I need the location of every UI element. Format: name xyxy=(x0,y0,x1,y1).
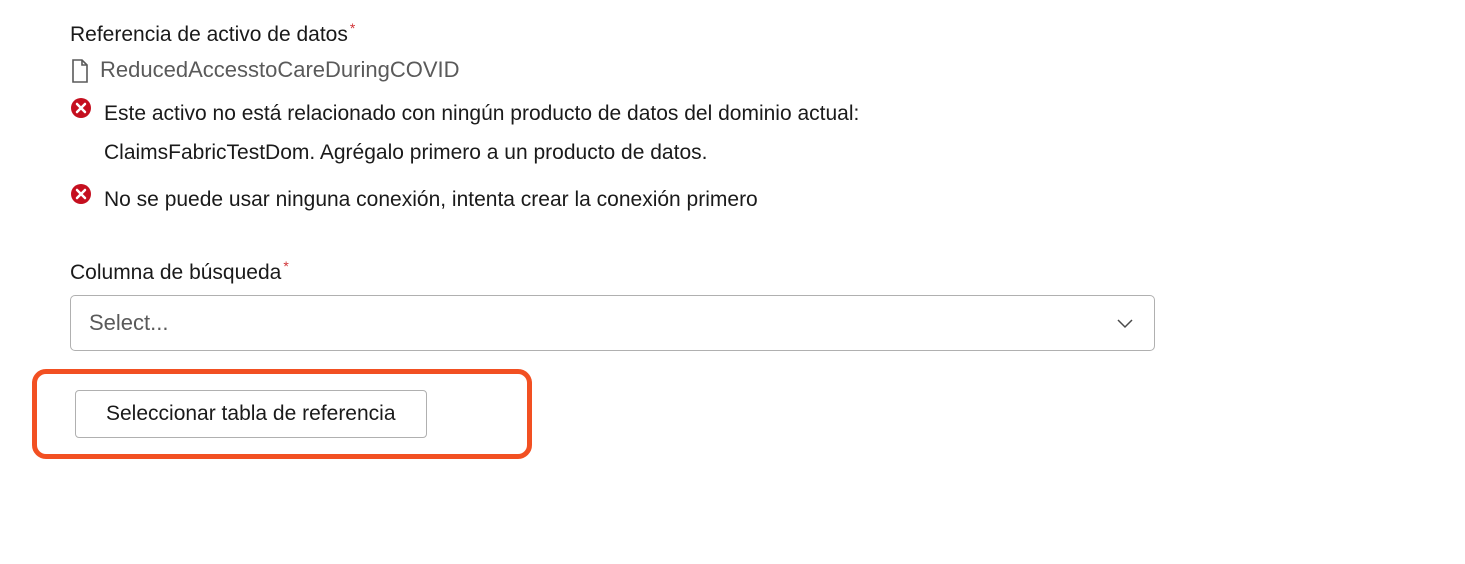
select-reference-table-button[interactable]: Seleccionar tabla de referencia xyxy=(75,390,427,438)
select-placeholder: Select... xyxy=(89,310,1114,336)
chevron-down-icon xyxy=(1114,312,1136,334)
highlight-annotation: Seleccionar tabla de referencia xyxy=(32,369,532,459)
required-asterisk: * xyxy=(283,258,288,274)
asset-reference-label: Referencia de activo de datos* xyxy=(70,20,1465,47)
file-icon xyxy=(70,59,90,81)
error-icon xyxy=(70,97,92,119)
required-asterisk: * xyxy=(350,20,355,36)
error-row: No se puede usar ninguna conexión, inten… xyxy=(70,181,1465,220)
asset-name: ReducedAccesstoCareDuringCOVID xyxy=(100,57,460,83)
error-row: Este activo no está relacionado con ning… xyxy=(70,95,1465,173)
error-text: No se puede usar ninguna conexión, inten… xyxy=(104,181,758,220)
error-icon xyxy=(70,183,92,205)
asset-row: ReducedAccesstoCareDuringCOVID xyxy=(70,57,1465,83)
error-text: Este activo no está relacionado con ning… xyxy=(104,95,884,173)
lookup-column-label: Columna de búsqueda* xyxy=(70,258,1465,285)
lookup-column-select[interactable]: Select... xyxy=(70,295,1155,351)
